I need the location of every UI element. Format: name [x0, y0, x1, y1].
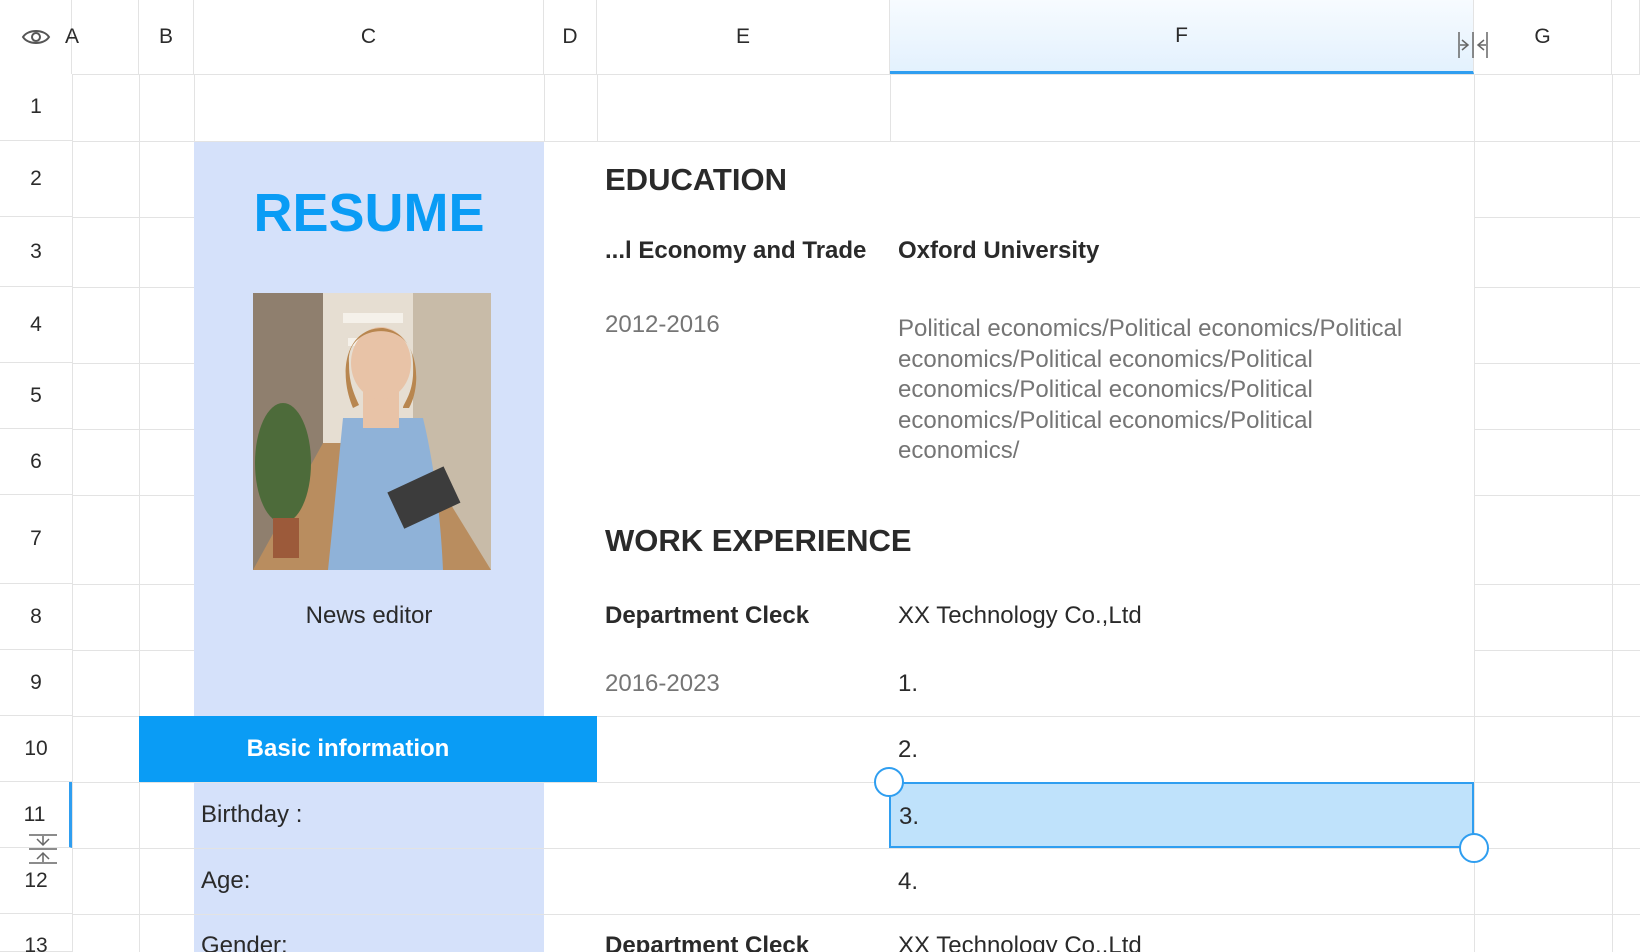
row-resize-handle[interactable]	[26, 832, 60, 866]
education-major: ...l Economy and Trade	[605, 237, 867, 264]
birthday-label: Birthday :	[201, 801, 303, 828]
work-item: 2.	[898, 736, 919, 763]
column-header-e[interactable]: E	[597, 0, 890, 74]
education-heading: EDUCATION	[605, 162, 787, 197]
education-years: 2012-2016	[605, 311, 720, 338]
spreadsheet: A B C D E F G 1 2 3 4 5 6 7 8 9 10 11 12…	[0, 0, 1640, 952]
row-header[interactable]: 7	[0, 495, 72, 584]
work-years: 2016-2023	[605, 670, 720, 697]
row-resize-icon	[29, 834, 57, 864]
visibility-toggle[interactable]	[0, 0, 72, 74]
work-company-2: XX Technology Co.,Ltd	[898, 932, 1142, 952]
selection-handle-bottom-right[interactable]	[1459, 833, 1489, 863]
resume-title: RESUME	[253, 183, 485, 243]
work-item: 4.	[898, 868, 919, 895]
column-header-c[interactable]: C	[194, 0, 544, 74]
eye-icon	[21, 30, 50, 44]
row-header[interactable]: 3	[0, 217, 72, 287]
work-item: 1.	[898, 670, 919, 697]
row-header[interactable]: 13	[0, 914, 72, 952]
work-position: Department Cleck	[605, 602, 810, 629]
column-header-d[interactable]: D	[544, 0, 597, 74]
work-company: XX Technology Co.,Ltd	[898, 602, 1142, 629]
row-header[interactable]: 10	[0, 716, 72, 782]
age-label: Age:	[201, 867, 251, 894]
row-header[interactable]: 8	[0, 584, 72, 650]
work-heading: WORK EXPERIENCE	[605, 523, 912, 558]
profile-photo	[253, 293, 491, 570]
column-header-f[interactable]: F	[890, 0, 1474, 74]
selected-cell[interactable]: 3.	[889, 782, 1474, 848]
row-header[interactable]: 9	[0, 650, 72, 716]
column-header-b[interactable]: B	[139, 0, 194, 74]
work-position-2: Department Cleck	[605, 932, 810, 952]
row-header[interactable]: 1	[0, 74, 72, 141]
gender-label: Gender:	[201, 932, 288, 952]
column-header-empty[interactable]	[1612, 0, 1640, 74]
column-resize-handle[interactable]	[1456, 28, 1490, 62]
column-resize-icon	[1458, 32, 1488, 58]
photo-illustration	[253, 293, 491, 570]
basic-info-label: Basic information	[246, 735, 450, 762]
row-header[interactable]: 5	[0, 363, 72, 429]
row-header[interactable]: 6	[0, 429, 72, 495]
education-description: Political economics/Political economics/…	[898, 315, 1403, 464]
row-header[interactable]: 2	[0, 141, 72, 217]
work-item: 3.	[899, 803, 920, 830]
selection-handle-top-left[interactable]	[874, 767, 904, 797]
education-school: Oxford University	[898, 237, 1100, 264]
column-header-a[interactable]: A	[65, 0, 139, 74]
basic-info-header: Basic information	[139, 716, 597, 782]
column-header-g[interactable]: G	[1474, 0, 1612, 74]
row-header[interactable]: 4	[0, 287, 72, 363]
job-title: News editor	[305, 602, 433, 629]
